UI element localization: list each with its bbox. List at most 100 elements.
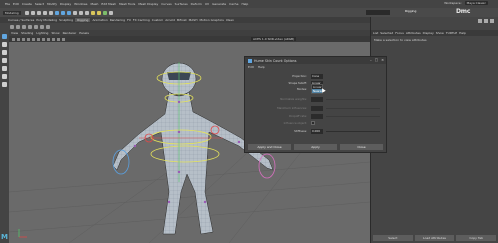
- color-management-dropdown[interactable]: ACES 1.0 SDR-video (sRGB): [251, 37, 297, 41]
- stiffness-field[interactable]: 0.000: [311, 129, 323, 134]
- vp-menu-lighting[interactable]: Lighting: [36, 31, 48, 35]
- scale-tool-icon[interactable]: [2, 74, 7, 79]
- save-scene-icon[interactable]: [36, 10, 41, 15]
- cluster-icon[interactable]: [34, 24, 38, 29]
- shelf-tab-curves[interactable]: Curves / Surfaces: [8, 18, 34, 22]
- dropoff-rate-slider[interactable]: [326, 116, 380, 117]
- maximize-icon[interactable]: □: [375, 58, 378, 62]
- menu-modify[interactable]: Modify: [47, 2, 57, 6]
- shelf-tab-xgen[interactable]: XGen: [226, 18, 234, 22]
- normalize-weights-field[interactable]: [311, 97, 323, 102]
- wireframe-icon[interactable]: [32, 37, 35, 41]
- ae-menu-help[interactable]: Help: [459, 31, 466, 35]
- snap-grid-icon[interactable]: [72, 10, 77, 15]
- projection-dropdown[interactable]: Cone: [311, 74, 323, 79]
- ae-select-button[interactable]: Select: [373, 235, 413, 241]
- attribute-editor-icon[interactable]: [484, 19, 488, 23]
- menu-help[interactable]: Help: [241, 2, 248, 6]
- joint-tool-icon[interactable]: [10, 24, 14, 29]
- ae-menu-selected[interactable]: Selected: [380, 31, 393, 35]
- vp-menu-show[interactable]: Show: [51, 31, 59, 35]
- ae-menu-display[interactable]: Display: [423, 31, 434, 35]
- close-icon[interactable]: ×: [381, 58, 384, 62]
- influence-object-checkbox[interactable]: [311, 121, 315, 125]
- ae-menu-show[interactable]: Show: [436, 31, 444, 35]
- menu-edit-mesh[interactable]: Edit Mesh: [101, 2, 116, 6]
- menu-edit[interactable]: Edit: [13, 2, 19, 6]
- menu-uv[interactable]: UV: [205, 2, 209, 6]
- shelf-tab-animation[interactable]: Animation: [92, 18, 107, 22]
- xray-icon[interactable]: [62, 37, 65, 41]
- dialog-titlebar[interactable]: Hume Skin Count Options – □ ×: [245, 57, 386, 64]
- paint-select-icon[interactable]: [2, 50, 7, 55]
- lights-icon[interactable]: [47, 37, 50, 41]
- menu-surfaces[interactable]: Surfaces: [175, 2, 188, 6]
- menu-mesh-display[interactable]: Mesh Display: [138, 2, 158, 6]
- shelf-tab-bifrost[interactable]: Bifrost: [177, 18, 187, 22]
- shelf-tab-rendering[interactable]: Rendering: [110, 18, 125, 22]
- ae-menu-turtle[interactable]: TURTLE: [446, 31, 457, 35]
- isolate-icon[interactable]: [57, 37, 60, 41]
- bind-skin-icon[interactable]: [22, 24, 26, 29]
- apply-and-close-button[interactable]: Apply and Close: [248, 144, 291, 150]
- dialog-menu-edit[interactable]: Edit: [248, 65, 254, 69]
- ipr-render-icon[interactable]: [96, 10, 101, 15]
- menu-generate[interactable]: Generate: [212, 2, 226, 6]
- shelf-tab-arnold[interactable]: Arnold: [165, 18, 175, 22]
- shelf-tab-poly[interactable]: Poly Modeling: [36, 18, 57, 22]
- shelf-tab-rigging[interactable]: Rigging: [75, 18, 91, 22]
- grid-toggle-icon[interactable]: [27, 37, 30, 41]
- select-component-icon[interactable]: [66, 10, 71, 15]
- last-tool-icon[interactable]: [2, 82, 7, 87]
- vp-menu-shading[interactable]: Shading: [21, 31, 33, 35]
- apply-button[interactable]: Apply: [294, 144, 337, 150]
- tool-settings-icon[interactable]: [490, 19, 494, 23]
- dialog-menu-help[interactable]: Help: [258, 65, 265, 69]
- close-button[interactable]: Close: [340, 144, 383, 150]
- max-influences-slider[interactable]: [326, 108, 380, 109]
- live-selector-field[interactable]: [366, 10, 390, 15]
- ae-copy-tab-button[interactable]: Copy Tab: [456, 235, 497, 241]
- select-tool-icon[interactable]: [2, 34, 7, 39]
- snap-point-icon[interactable]: [84, 10, 89, 15]
- ae-menu-attributes[interactable]: Attributes: [406, 31, 421, 35]
- menu-mesh[interactable]: Mesh: [91, 2, 99, 6]
- normalize-weights-slider[interactable]: [326, 99, 380, 100]
- shelf-tab-fx[interactable]: FX: [127, 18, 131, 22]
- menu-create[interactable]: Create: [22, 2, 32, 6]
- vp-menu-renderer[interactable]: Renderer: [63, 31, 77, 35]
- select-hierarchy-icon[interactable]: [54, 10, 59, 15]
- menu-mesh-tools[interactable]: Mesh Tools: [119, 2, 135, 6]
- move-tool-icon[interactable]: [2, 58, 7, 63]
- image-plane-icon[interactable]: [22, 37, 25, 41]
- shadows-icon[interactable]: [52, 37, 55, 41]
- smooth-shade-icon[interactable]: [37, 37, 40, 41]
- shelf-tab-custom[interactable]: Custom: [152, 18, 164, 22]
- rotate-tool-icon[interactable]: [2, 66, 7, 71]
- menu-deform[interactable]: Deform: [191, 2, 202, 6]
- ae-menu-list[interactable]: List: [373, 31, 378, 35]
- select-object-icon[interactable]: [60, 10, 65, 15]
- menu-cache[interactable]: Cache: [229, 2, 238, 6]
- textured-icon[interactable]: [42, 37, 45, 41]
- lattice-icon[interactable]: [40, 24, 44, 29]
- new-scene-icon[interactable]: [24, 10, 29, 15]
- render-icon[interactable]: [90, 10, 95, 15]
- snap-curve-icon[interactable]: [78, 10, 83, 15]
- vp-menu-view[interactable]: View: [11, 31, 18, 35]
- hypershade-icon[interactable]: [108, 10, 113, 15]
- dropoff-rate-field[interactable]: [311, 114, 323, 119]
- menu-windows[interactable]: Windows: [74, 2, 87, 6]
- menu-file[interactable]: File: [5, 2, 10, 6]
- ae-menu-focus[interactable]: Focus: [395, 31, 404, 35]
- max-influences-field[interactable]: [311, 106, 323, 111]
- redo-icon[interactable]: [48, 10, 53, 15]
- render-settings-icon[interactable]: [102, 10, 107, 15]
- minimize-icon[interactable]: –: [370, 58, 372, 62]
- constraint-icon[interactable]: [46, 24, 50, 29]
- shelf-tab-sculpting[interactable]: Sculpting: [59, 18, 73, 22]
- shelf-tab-mash[interactable]: MASH: [189, 18, 198, 22]
- menu-select[interactable]: Select: [35, 2, 44, 6]
- vp-menu-panels[interactable]: Panels: [79, 31, 89, 35]
- camera-attr-icon[interactable]: [12, 37, 15, 41]
